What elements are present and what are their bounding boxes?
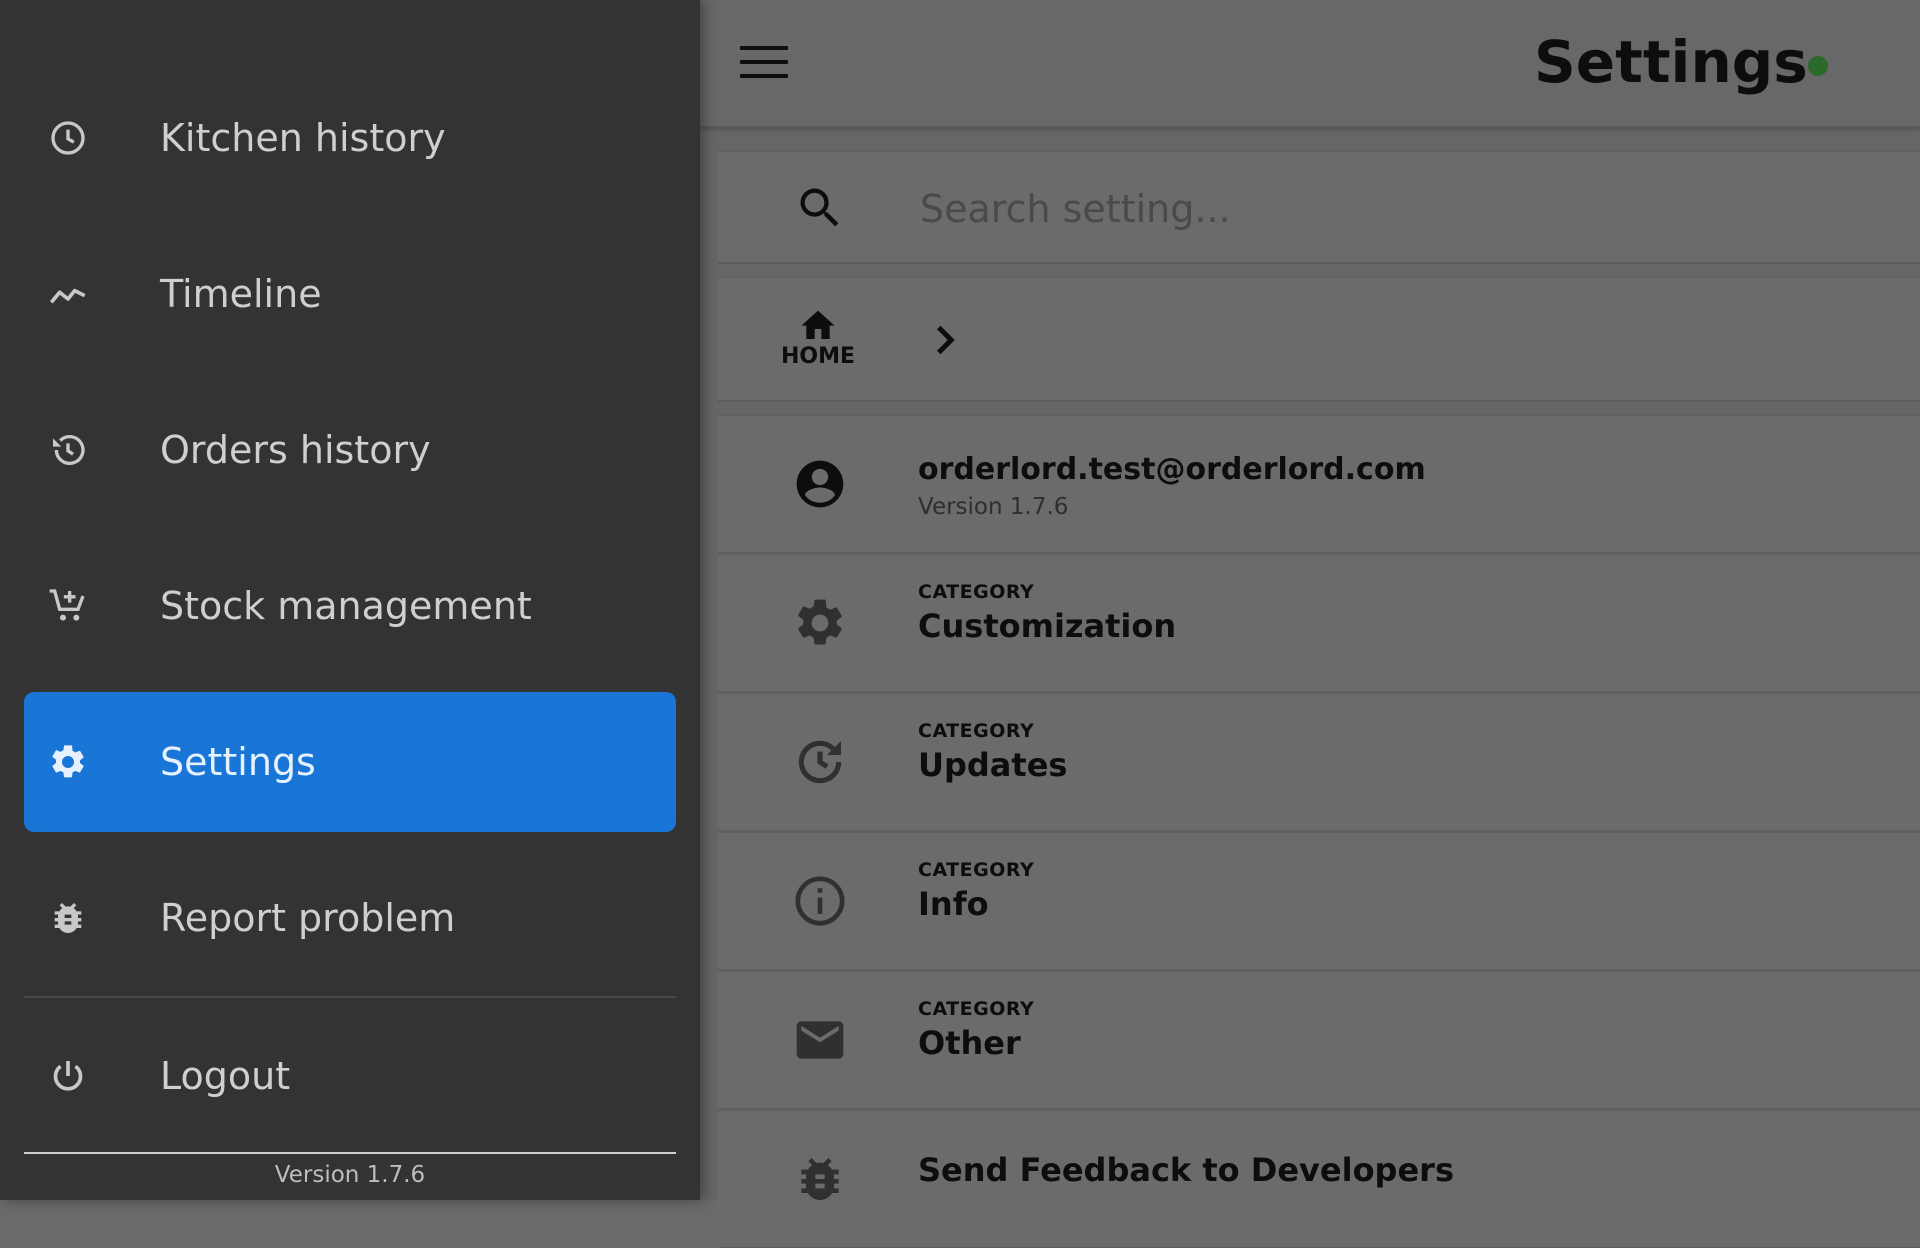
nav-item-settings[interactable]: Settings xyxy=(24,692,676,832)
category-label: Updates xyxy=(918,746,1068,784)
category-row-other[interactable]: CATEGORY Other xyxy=(718,970,1920,1109)
nav-item-report-problem[interactable]: Report problem xyxy=(24,848,676,988)
nav-item-label: Logout xyxy=(160,1054,291,1098)
nav-item-label: Kitchen history xyxy=(160,116,446,160)
cart-add-icon xyxy=(49,589,85,621)
search-icon xyxy=(800,188,839,227)
drawer-version: Version 1.7.6 xyxy=(274,1162,426,1188)
breadcrumb-home-label: HOME xyxy=(780,344,856,369)
nav-item-label: Stock management xyxy=(160,584,532,628)
category-label: Other xyxy=(918,1024,1021,1062)
account-circle-icon xyxy=(796,460,844,508)
category-caption: CATEGORY xyxy=(918,998,1035,1020)
connection-status-dot xyxy=(1808,56,1828,76)
category-caption: CATEGORY xyxy=(918,581,1035,603)
home-icon xyxy=(801,310,835,339)
update-clock-icon xyxy=(798,740,842,784)
category-row-customization[interactable]: CATEGORY Customization xyxy=(718,553,1920,692)
chevron-right-icon xyxy=(936,325,955,355)
gear-icon xyxy=(798,599,842,645)
account-version: Version 1.7.6 xyxy=(918,494,1069,520)
search-input[interactable] xyxy=(918,180,1882,238)
account-row[interactable]: orderlord.test@orderlord.com Version 1.7… xyxy=(718,414,1920,553)
nav-item-kitchen-history[interactable]: Kitchen history xyxy=(24,68,676,208)
category-label: Customization xyxy=(918,607,1177,645)
settings-screen: Settings HOME orderlord.test@orderlord.c… xyxy=(700,0,1920,1248)
category-label: Info xyxy=(918,885,989,923)
category-row-updates[interactable]: CATEGORY Updates xyxy=(718,692,1920,831)
nav-item-orders-history[interactable]: Orders history xyxy=(24,380,676,520)
account-email: orderlord.test@orderlord.com xyxy=(918,452,1426,487)
bug-icon xyxy=(801,1158,839,1200)
nav-item-logout[interactable]: Logout xyxy=(24,1006,676,1146)
drawer-divider xyxy=(24,996,676,998)
app-bar: Settings xyxy=(700,0,1920,128)
gear-icon xyxy=(52,745,84,778)
category-caption: CATEGORY xyxy=(918,720,1035,742)
category-row-info[interactable]: CATEGORY Info xyxy=(718,831,1920,970)
nav-item-label: Timeline xyxy=(160,272,322,316)
category-caption: CATEGORY xyxy=(918,859,1035,881)
hamburger-menu-icon[interactable] xyxy=(740,46,788,86)
nav-item-label: Report problem xyxy=(160,896,456,940)
clock-icon xyxy=(51,121,85,155)
breadcrumb: HOME xyxy=(718,276,1920,402)
search-bar xyxy=(718,150,1920,264)
info-icon xyxy=(795,876,845,926)
send-feedback-row[interactable]: Send Feedback to Developers xyxy=(718,1109,1920,1248)
nav-item-label: Orders history xyxy=(160,428,431,472)
nav-item-label: Settings xyxy=(160,740,316,784)
drawer-footer-divider xyxy=(24,1152,676,1154)
history-icon xyxy=(53,435,85,465)
settings-list: orderlord.test@orderlord.com Version 1.7… xyxy=(718,414,1920,1248)
timeline-icon xyxy=(49,288,86,304)
nav-item-timeline[interactable]: Timeline xyxy=(24,224,676,364)
navigation-drawer: Kitchen history Timeline Orders history … xyxy=(0,0,700,1200)
nav-item-stock-management[interactable]: Stock management xyxy=(24,536,676,676)
power-icon xyxy=(53,1061,83,1091)
page-title: Settings xyxy=(1534,28,1808,96)
send-feedback-label: Send Feedback to Developers xyxy=(918,1151,1454,1189)
mail-icon xyxy=(796,1021,844,1059)
breadcrumb-home[interactable]: HOME xyxy=(768,306,868,369)
bug-icon xyxy=(54,903,82,933)
